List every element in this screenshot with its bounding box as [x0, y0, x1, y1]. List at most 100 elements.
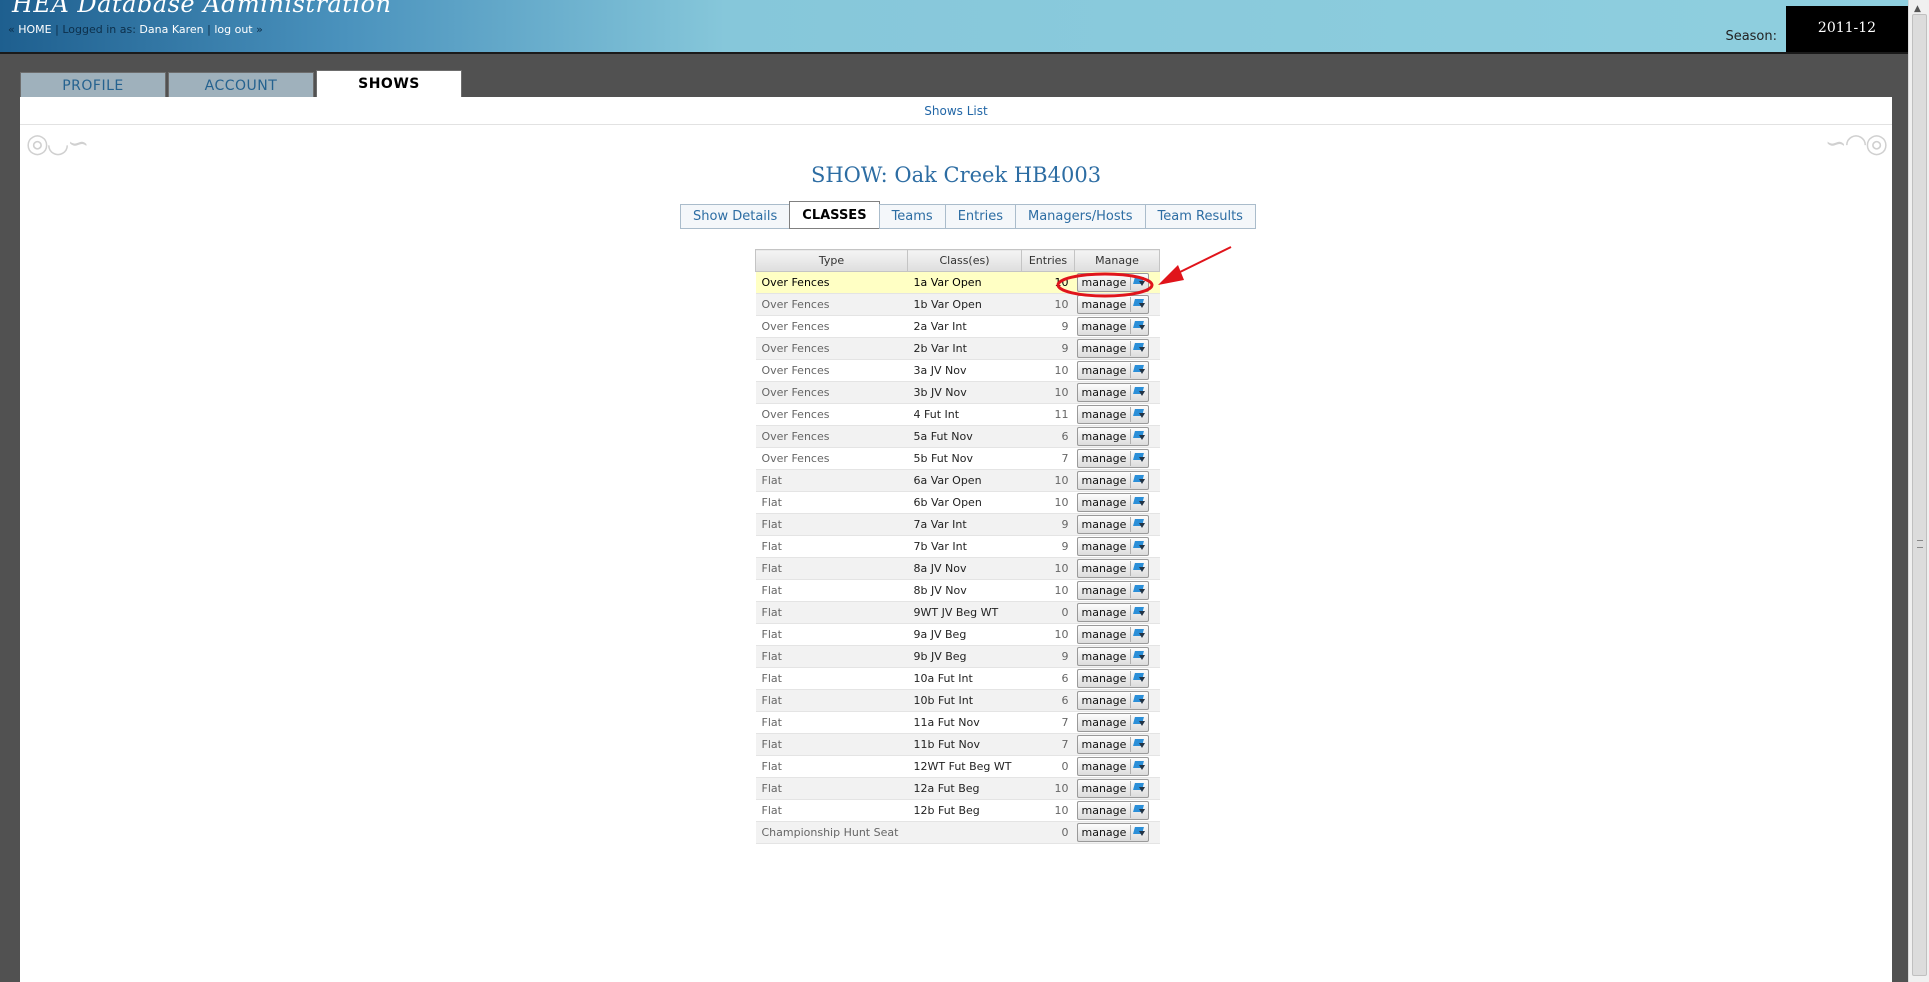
tab-entries[interactable]: Entries [944, 204, 1016, 229]
manage-button[interactable]: manage [1076, 295, 1150, 314]
table-row: Over Fences 1b Var Open 10 manage [755, 293, 1160, 316]
tab-team-results[interactable]: Team Results [1144, 204, 1256, 229]
cell-class: 10b Fut Int [907, 689, 1022, 712]
scroll-up-icon[interactable]: ▲ [1914, 4, 1921, 14]
tab-managers-hosts[interactable]: Managers/Hosts [1014, 204, 1146, 229]
cell-type: Over Fences [755, 315, 908, 338]
home-link[interactable]: HOME [18, 23, 51, 36]
cell-class: 11b Fut Nov [907, 733, 1022, 756]
manage-button[interactable]: manage [1076, 823, 1150, 842]
cell-type: Flat [755, 535, 908, 558]
cell-manage: manage [1074, 557, 1160, 580]
edit-icon [1130, 319, 1147, 334]
manage-button[interactable]: manage [1076, 317, 1150, 336]
manage-button[interactable]: manage [1076, 779, 1150, 798]
cell-manage: manage [1074, 667, 1160, 690]
manage-button[interactable]: manage [1076, 669, 1150, 688]
cell-entries: 10 [1021, 623, 1075, 646]
manage-button-label: manage [1081, 430, 1127, 443]
edit-icon [1130, 605, 1147, 620]
cell-class: 8b JV Nov [907, 579, 1022, 602]
cell-entries: 7 [1021, 711, 1075, 734]
manage-button[interactable]: manage [1076, 537, 1150, 556]
cell-class: 3b JV Nov [907, 381, 1022, 404]
manage-button[interactable]: manage [1076, 735, 1150, 754]
tab-teams[interactable]: Teams [878, 204, 946, 229]
cell-entries: 10 [1021, 359, 1075, 382]
cell-entries: 10 [1021, 381, 1075, 404]
manage-button[interactable]: manage [1076, 801, 1150, 820]
tab-shows[interactable]: SHOWS [316, 70, 462, 97]
cell-entries: 9 [1021, 535, 1075, 558]
cell-entries: 9 [1021, 337, 1075, 360]
season-selector[interactable]: 2011-12 [1786, 6, 1908, 52]
cell-entries: 6 [1021, 689, 1075, 712]
manage-button[interactable]: manage [1076, 361, 1150, 380]
manage-button-label: manage [1081, 474, 1127, 487]
tab-profile[interactable]: PROFILE [20, 72, 166, 97]
table-row: Over Fences 2b Var Int 9 manage [755, 337, 1160, 360]
edit-icon [1130, 429, 1147, 444]
cell-type: Flat [755, 777, 908, 800]
edit-icon [1130, 341, 1147, 356]
manage-button[interactable]: manage [1076, 713, 1150, 732]
manage-button[interactable]: manage [1076, 757, 1150, 776]
cell-type: Flat [755, 491, 908, 514]
cell-entries: 11 [1021, 403, 1075, 426]
edit-icon [1130, 649, 1147, 664]
manage-button[interactable]: manage [1076, 647, 1150, 666]
cell-type: Over Fences [755, 293, 908, 316]
cell-type: Over Fences [755, 403, 908, 426]
manage-button-label: manage [1081, 782, 1127, 795]
cell-type: Over Fences [755, 447, 908, 470]
edit-icon [1130, 715, 1147, 730]
page-title: SHOW: Oak Creek HB4003 [810, 163, 1102, 187]
manage-button[interactable]: manage [1076, 273, 1150, 292]
cell-entries: 9 [1021, 645, 1075, 668]
cell-type: Championship Hunt Seat [755, 821, 908, 844]
cell-class: 11a Fut Nov [907, 711, 1022, 734]
cell-entries: 10 [1021, 491, 1075, 514]
logout-link[interactable]: log out [214, 23, 252, 36]
manage-button[interactable]: manage [1076, 339, 1150, 358]
manage-button[interactable]: manage [1076, 493, 1150, 512]
cell-manage: manage [1074, 491, 1160, 514]
tab-show-details[interactable]: Show Details [680, 204, 791, 229]
manage-button[interactable]: manage [1076, 515, 1150, 534]
cell-manage: manage [1074, 315, 1160, 338]
manage-button[interactable]: manage [1076, 691, 1150, 710]
manage-button[interactable]: manage [1076, 383, 1150, 402]
table-row: Flat 8b JV Nov 10 manage [755, 579, 1160, 602]
column-header-classes: Class(es) [907, 249, 1022, 272]
column-header-type: Type [755, 249, 908, 272]
cell-type: Over Fences [755, 271, 908, 294]
manage-button[interactable]: manage [1076, 581, 1150, 600]
cell-entries: 10 [1021, 557, 1075, 580]
scrollbar-thumb[interactable] [1912, 14, 1927, 976]
cell-entries: 0 [1021, 601, 1075, 624]
table-row: Over Fences 1a Var Open 10 manage [755, 271, 1160, 294]
cell-class: 2b Var Int [907, 337, 1022, 360]
cell-class: 6a Var Open [907, 469, 1022, 492]
manage-button[interactable]: manage [1076, 625, 1150, 644]
edit-icon [1130, 297, 1147, 312]
manage-button[interactable]: manage [1076, 427, 1150, 446]
manage-button[interactable]: manage [1076, 603, 1150, 622]
manage-button-label: manage [1081, 276, 1127, 289]
cell-manage: manage [1074, 645, 1160, 668]
cell-manage: manage [1074, 359, 1160, 382]
edit-icon [1130, 627, 1147, 642]
vertical-scrollbar[interactable]: ▲ [1908, 0, 1929, 982]
cell-manage: manage [1074, 513, 1160, 536]
manage-button-label: manage [1081, 540, 1127, 553]
tab-classes[interactable]: CLASSES [789, 201, 880, 229]
table-row: Flat 9a JV Beg 10 manage [755, 623, 1160, 646]
manage-button[interactable]: manage [1076, 405, 1150, 424]
manage-button[interactable]: manage [1076, 559, 1150, 578]
table-row: Over Fences 3a JV Nov 10 manage [755, 359, 1160, 382]
bullet-icon: « [8, 23, 15, 36]
manage-button[interactable]: manage [1076, 449, 1150, 468]
shows-list-link[interactable]: Shows List [20, 104, 1892, 118]
tab-account[interactable]: ACCOUNT [168, 72, 314, 97]
manage-button[interactable]: manage [1076, 471, 1150, 490]
